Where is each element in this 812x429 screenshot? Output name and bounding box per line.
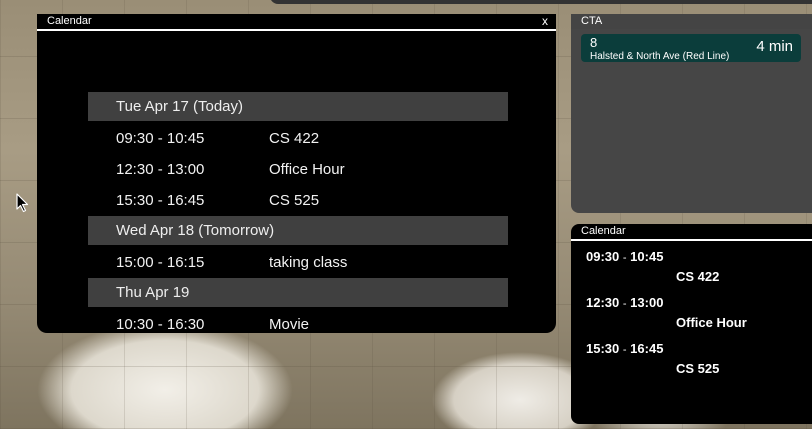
event-title: Movie (269, 316, 310, 333)
mini-event-time: 12:30 - 13:00 (586, 295, 663, 310)
cta-eta: 4 min (756, 38, 793, 55)
event-row[interactable]: 15:30 - 16:45 CS 525 (88, 185, 508, 216)
calendar-window-title: Calendar (47, 15, 92, 27)
event-time: 09:30 - 10:45 (116, 130, 205, 147)
mini-event-separator: - (622, 298, 627, 310)
event-time: 12:30 - 13:00 (116, 161, 205, 178)
calendar-event-list: Tue Apr 17 (Today) 09:30 - 10:45 CS 422 … (88, 92, 508, 333)
event-title: CS 422 (269, 130, 320, 147)
cta-route: 8 (590, 35, 598, 50)
event-row[interactable]: 09:30 - 10:45 CS 422 (88, 123, 508, 154)
event-time: 15:30 - 16:45 (116, 192, 205, 209)
mini-event-end: 16:45 (630, 341, 664, 356)
close-button[interactable]: x (542, 14, 548, 29)
cta-arrival-item[interactable]: 8 Halsted & North Ave (Red Line) 4 min (581, 34, 801, 62)
mini-event-time: 15:30 - 16:45 (586, 341, 663, 356)
mini-event-start: 09:30 (586, 249, 620, 264)
event-time: 10:30 - 16:30 (116, 316, 205, 333)
event-time: 15:00 - 16:15 (116, 254, 205, 271)
mini-event-separator: - (622, 252, 627, 264)
mini-event-end: 13:00 (630, 295, 664, 310)
event-row[interactable]: 10:30 - 16:30 Movie (88, 309, 508, 333)
mini-event-start: 15:30 (586, 341, 620, 356)
mini-event-time: 09:30 - 10:45 (586, 249, 663, 264)
top-decoration (370, 0, 812, 4)
mini-event-separator: - (622, 344, 627, 356)
mini-event-title[interactable]: CS 422 (676, 269, 719, 284)
cta-stop-name: Halsted & North Ave (Red Line) (590, 51, 730, 62)
event-row[interactable]: 12:30 - 13:00 Office Hour (88, 154, 508, 185)
mini-calendar-title[interactable]: Calendar (571, 224, 812, 241)
mini-event-start: 12:30 (586, 295, 620, 310)
day-header: Wed Apr 18 (Tomorrow) (88, 216, 508, 245)
calendar-window: Calendar x Tue Apr 17 (Today) 09:30 - 10… (37, 14, 556, 333)
mouse-cursor-icon (16, 193, 29, 213)
mini-event-title[interactable]: Office Hour (676, 315, 747, 330)
event-title: taking class (269, 254, 348, 271)
event-title: CS 525 (269, 192, 320, 209)
mini-event-end: 10:45 (630, 249, 664, 264)
day-header: Tue Apr 17 (Today) (88, 92, 508, 121)
event-title: Office Hour (269, 161, 345, 178)
day-header: Thu Apr 19 (88, 278, 508, 307)
mini-event-title[interactable]: CS 525 (676, 361, 719, 376)
cta-widget: CTA 8 Halsted & North Ave (Red Line) 4 m… (571, 14, 812, 213)
event-row[interactable]: 15:00 - 16:15 taking class (88, 247, 508, 278)
cta-widget-title[interactable]: CTA (571, 14, 812, 29)
calendar-window-titlebar[interactable]: Calendar x (37, 14, 556, 31)
mini-calendar-widget: Calendar 09:30 - 10:45 CS 422 12:30 - 13… (571, 224, 812, 424)
